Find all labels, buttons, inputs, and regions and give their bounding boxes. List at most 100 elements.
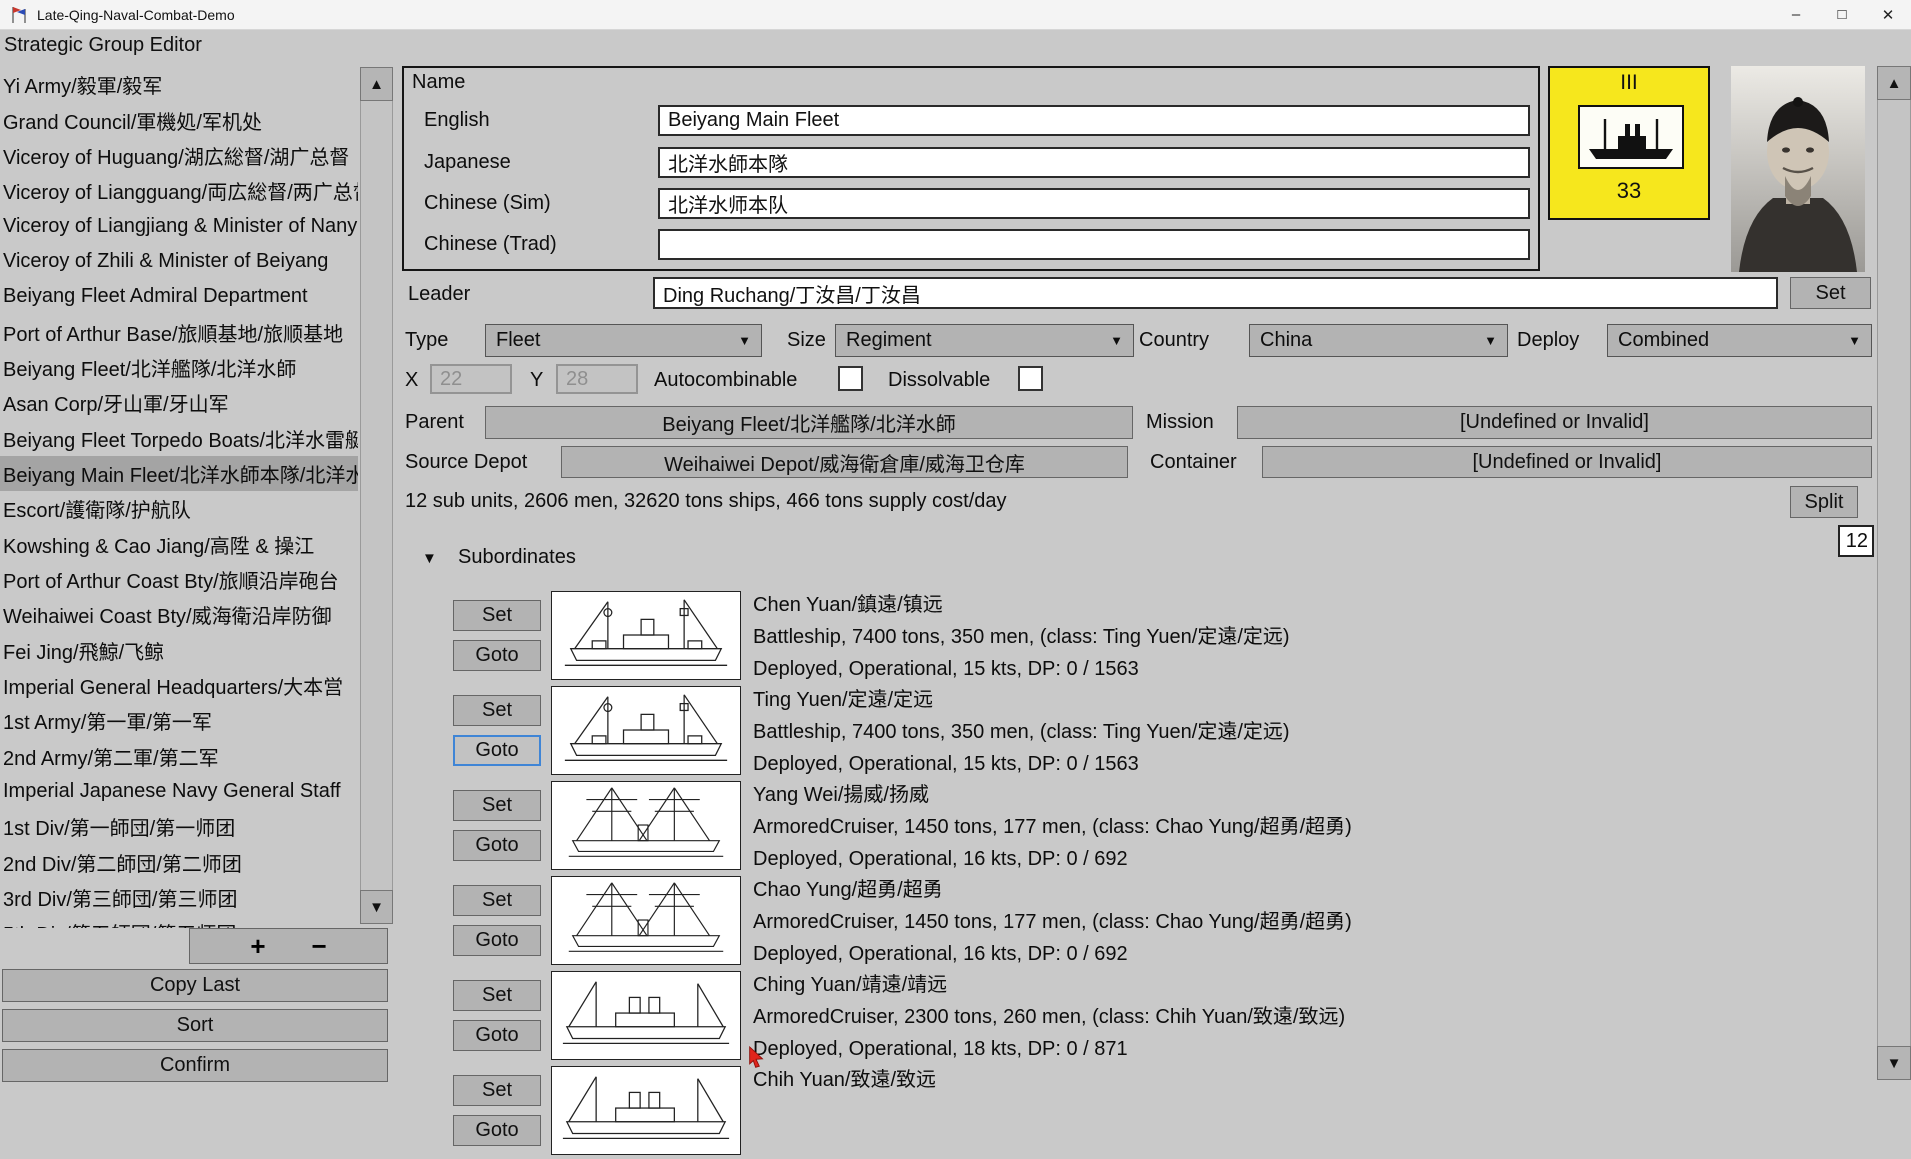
subordinate-set-button[interactable]: Set xyxy=(453,695,541,726)
unit-counter: III 33 xyxy=(1548,66,1710,220)
subordinate-row: SetGotoChen Yuan/鎮遠/镇远Battleship, 7400 t… xyxy=(453,589,1893,684)
group-list-item[interactable]: Viceroy of Zhili & Minister of Beiyang xyxy=(0,244,358,279)
maximize-button[interactable]: □ xyxy=(1819,0,1865,30)
group-list-item[interactable]: 1st Army/第一軍/第一军 xyxy=(0,703,358,738)
subordinate-goto-button[interactable]: Goto xyxy=(453,925,541,956)
subordinate-goto-button[interactable]: Goto xyxy=(453,1020,541,1051)
source-depot-label: Source Depot xyxy=(405,451,527,474)
split-button[interactable]: Split xyxy=(1790,486,1858,518)
chinese-trad-input[interactable] xyxy=(658,229,1530,260)
group-list-item[interactable]: Beiyang Fleet/北洋艦隊/北洋水師 xyxy=(0,350,358,385)
subordinate-set-button[interactable]: Set xyxy=(453,600,541,631)
subordinate-status: Deployed, Operational, 16 kts, DP: 0 / 6… xyxy=(753,938,1873,970)
group-list-item[interactable]: Viceroy of Huguang/湖広総督/湖广总督 xyxy=(0,138,358,173)
close-button[interactable]: ✕ xyxy=(1865,0,1911,30)
english-input[interactable] xyxy=(658,105,1530,136)
unit-summary: 12 sub units, 2606 men, 32620 tons ships… xyxy=(405,490,1007,513)
group-list-item[interactable]: Imperial General Headquarters/大本営 xyxy=(0,668,358,703)
subordinate-desc: ArmoredCruiser, 1450 tons, 177 men, (cla… xyxy=(753,811,1873,843)
x-label: X xyxy=(405,369,418,392)
group-list-item[interactable]: Fei Jing/飛鯨/飞鲸 xyxy=(0,633,358,668)
page-title: Strategic Group Editor xyxy=(4,34,202,57)
parent-button[interactable]: Beiyang Fleet/北洋艦隊/北洋水師 xyxy=(485,406,1133,439)
subordinate-goto-button[interactable]: Goto xyxy=(453,1115,541,1146)
group-list-item[interactable]: 1st Div/第一師団/第一师团 xyxy=(0,809,358,844)
collapse-icon[interactable]: ▼ xyxy=(422,550,437,567)
mission-button[interactable]: [Undefined or Invalid] xyxy=(1237,406,1872,439)
add-group-button[interactable]: + xyxy=(244,933,271,959)
leader-set-button[interactable]: Set xyxy=(1790,277,1871,309)
sidebar-scroll-up-icon[interactable]: ▲ xyxy=(360,67,393,101)
ship-thumbnail-masted xyxy=(551,876,741,965)
group-list-item[interactable]: Yi Army/毅軍/毅军 xyxy=(0,67,358,102)
group-list-item[interactable]: 3rd Div/第三師団/第三师团 xyxy=(0,880,358,915)
remove-group-button[interactable]: − xyxy=(306,933,333,959)
country-value: China xyxy=(1260,329,1312,352)
main-scroll-up-icon[interactable]: ▲ xyxy=(1877,66,1911,100)
mission-label: Mission xyxy=(1146,411,1214,434)
group-list-item[interactable]: 2nd Army/第二軍/第二军 xyxy=(0,739,358,774)
leader-input[interactable] xyxy=(653,277,1778,309)
chevron-down-icon: ▼ xyxy=(738,333,751,348)
unit-strength: 33 xyxy=(1550,178,1708,204)
subordinate-goto-button[interactable]: Goto xyxy=(453,830,541,861)
subordinate-desc: Battleship, 7400 tons, 350 men, (class: … xyxy=(753,621,1873,653)
group-list-item[interactable]: Weihaiwei Coast Bty/威海衛沿岸防御 xyxy=(0,597,358,632)
subordinate-row: SetGotoYang Wei/揚威/扬威ArmoredCruiser, 145… xyxy=(453,779,1893,874)
minimize-button[interactable]: – xyxy=(1773,0,1819,30)
type-value: Fleet xyxy=(496,329,540,352)
main-scrollbar-track[interactable] xyxy=(1877,66,1911,1080)
subordinate-row: SetGotoTing Yuen/定遠/定远Battleship, 7400 t… xyxy=(453,684,1893,779)
deploy-dropdown[interactable]: Combined ▼ xyxy=(1607,324,1872,357)
chinese-sim-input[interactable] xyxy=(658,188,1530,219)
subordinate-goto-button[interactable]: Goto xyxy=(453,735,541,766)
subordinate-status: Deployed, Operational, 16 kts, DP: 0 / 6… xyxy=(753,843,1873,875)
deploy-value: Combined xyxy=(1618,329,1709,352)
type-label: Type xyxy=(405,329,448,352)
subordinate-set-button[interactable]: Set xyxy=(453,885,541,916)
main-scroll-down-icon[interactable]: ▼ xyxy=(1877,1046,1911,1080)
subordinate-set-button[interactable]: Set xyxy=(453,790,541,821)
leader-label: Leader xyxy=(408,283,470,306)
x-input xyxy=(430,364,512,394)
subordinate-desc: ArmoredCruiser, 1450 tons, 177 men, (cla… xyxy=(753,906,1873,938)
group-list-item[interactable]: Port of Arthur Base/旅順基地/旅顺基地 xyxy=(0,314,358,349)
english-label: English xyxy=(424,105,490,136)
group-list-item[interactable]: Port of Arthur Coast Bty/旅順沿岸砲台 xyxy=(0,562,358,597)
list-edit-bar: + − xyxy=(189,928,388,964)
subordinate-name: Chao Yung/超勇/超勇 xyxy=(753,874,1873,906)
source-depot-button[interactable]: Weihaiwei Depot/威海衛倉庫/威海卫仓库 xyxy=(561,446,1128,478)
group-list-item[interactable]: Beiyang Fleet Torpedo Boats/北洋水雷艇 xyxy=(0,420,358,455)
sidebar-scroll-down-icon[interactable]: ▼ xyxy=(360,890,393,924)
copy-last-button[interactable]: Copy Last xyxy=(2,969,388,1002)
mouse-cursor xyxy=(746,1046,768,1068)
type-dropdown[interactable]: Fleet ▼ xyxy=(485,324,762,357)
chevron-down-icon: ▼ xyxy=(1484,333,1497,348)
group-list-item[interactable]: Asan Corp/牙山軍/牙山军 xyxy=(0,385,358,420)
sidebar-scrollbar-track[interactable] xyxy=(360,67,393,924)
subordinate-goto-button[interactable]: Goto xyxy=(453,640,541,671)
group-list-item[interactable]: 5th Div/第五師団/第五师团 xyxy=(0,915,358,928)
subordinate-set-button[interactable]: Set xyxy=(453,980,541,1011)
confirm-button[interactable]: Confirm xyxy=(2,1049,388,1082)
deploy-label: Deploy xyxy=(1517,329,1579,352)
autocombinable-checkbox[interactable] xyxy=(838,366,863,391)
group-list-item[interactable]: Imperial Japanese Navy General Staff xyxy=(0,774,358,809)
group-list-item[interactable]: Grand Council/軍機処/军机处 xyxy=(0,102,358,137)
window-titlebar: Late-Qing-Naval-Combat-Demo – □ ✕ xyxy=(0,0,1911,30)
group-list-item[interactable]: Viceroy of Liangjiang & Minister of Nany… xyxy=(0,208,358,243)
group-list-item[interactable]: Beiyang Main Fleet/北洋水師本隊/北洋水师本队 xyxy=(0,456,358,491)
dissolvable-checkbox[interactable] xyxy=(1018,366,1043,391)
size-dropdown[interactable]: Regiment ▼ xyxy=(835,324,1134,357)
group-list-item[interactable]: Escort/護衛隊/护航队 xyxy=(0,491,358,526)
ship-thumbnail-masted xyxy=(551,781,741,870)
sort-button[interactable]: Sort xyxy=(2,1009,388,1042)
group-list-item[interactable]: Viceroy of Liangguang/両広総督/两广总督 xyxy=(0,173,358,208)
japanese-input[interactable] xyxy=(658,147,1530,178)
group-list-item[interactable]: Beiyang Fleet Admiral Department xyxy=(0,279,358,314)
group-list-item[interactable]: 2nd Div/第二師団/第二师团 xyxy=(0,845,358,880)
container-button[interactable]: [Undefined or Invalid] xyxy=(1262,446,1872,478)
name-box-title: Name xyxy=(412,71,465,94)
group-list-item[interactable]: Kowshing & Cao Jiang/高陞 & 操江 xyxy=(0,526,358,561)
country-dropdown[interactable]: China ▼ xyxy=(1249,324,1508,357)
